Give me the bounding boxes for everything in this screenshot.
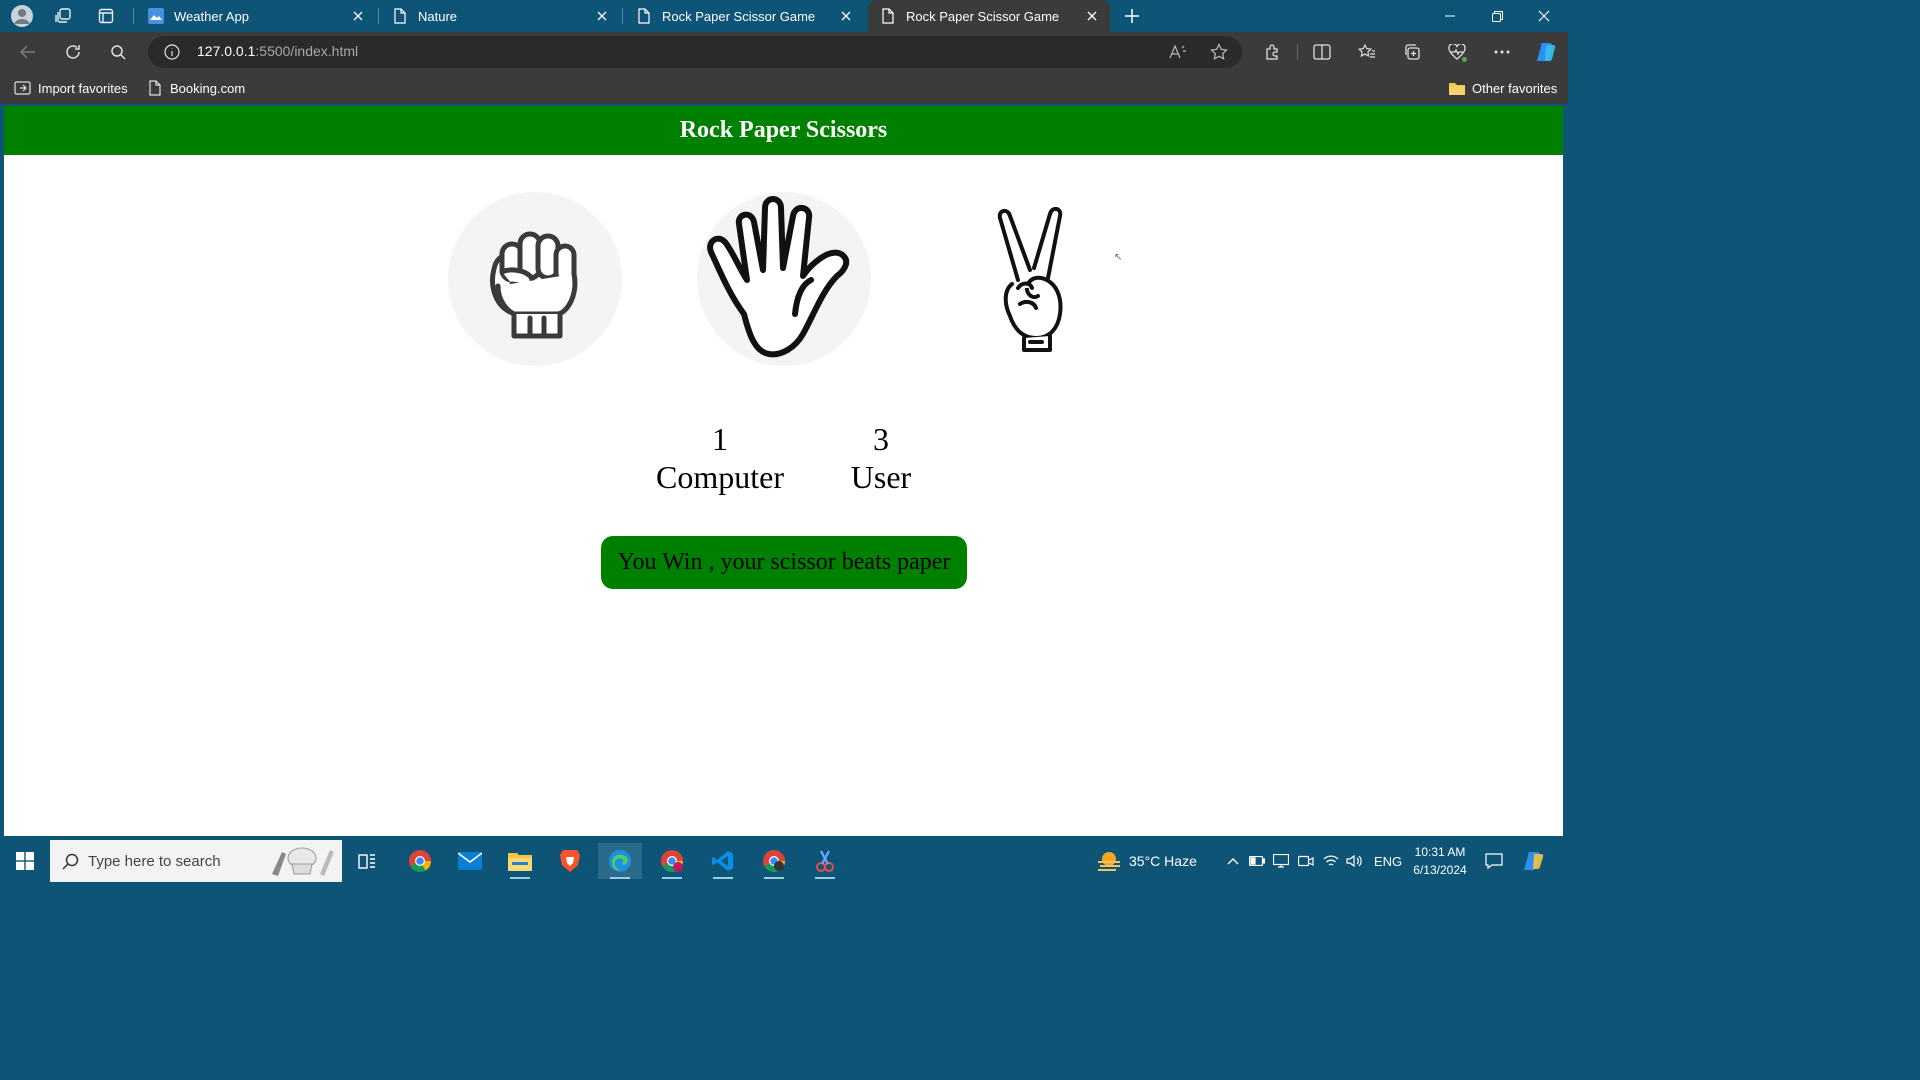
game-header: Rock Paper Scissors xyxy=(4,106,1563,155)
language-indicator[interactable]: ENG xyxy=(1374,854,1402,869)
page-icon xyxy=(636,8,652,24)
copilot-taskbar-icon[interactable] xyxy=(1522,850,1546,872)
chevron-up-icon[interactable] xyxy=(1225,853,1241,869)
user-score-block: 3 User xyxy=(837,421,925,497)
tab-actions-icon[interactable] xyxy=(94,4,118,28)
snipping-tool-icon[interactable] xyxy=(803,843,847,879)
search-placeholder: Type here to search xyxy=(88,852,221,870)
file-explorer-icon[interactable] xyxy=(498,843,542,879)
tab-title: Nature xyxy=(418,8,458,24)
close-icon[interactable] xyxy=(350,8,366,24)
import-favorites-label: Import favorites xyxy=(38,80,128,96)
close-icon[interactable] xyxy=(838,8,854,24)
rock-choice[interactable] xyxy=(448,192,622,366)
favorites-bar: Import favorites Booking.com Other favor… xyxy=(0,72,1568,104)
computer-score-block: 1 Computer xyxy=(649,421,791,497)
import-icon xyxy=(14,79,32,97)
clock-date: 6/13/2024 xyxy=(1413,863,1467,877)
import-favorites-link[interactable]: Import favorites xyxy=(14,78,128,98)
restore-icon[interactable] xyxy=(1474,0,1520,32)
page-icon xyxy=(146,79,164,97)
booking-link[interactable]: Booking.com xyxy=(146,78,245,98)
computer-score: 1 xyxy=(712,421,728,457)
display-icon[interactable] xyxy=(1273,853,1289,869)
tab-title: Weather App xyxy=(174,8,249,24)
taskbar-search-box[interactable]: Type here to search xyxy=(50,840,342,882)
tab-title: Rock Paper Scissor Game xyxy=(906,8,1060,24)
search-icon xyxy=(62,852,80,870)
close-icon[interactable] xyxy=(1084,8,1100,24)
system-clock[interactable]: 10:31 AM 6/13/2024 xyxy=(1404,843,1476,879)
refresh-icon[interactable] xyxy=(59,38,87,66)
notifications-icon[interactable] xyxy=(1485,852,1503,870)
url-text: 127.0.0.1:5500/index.html xyxy=(197,43,359,59)
task-view-icon[interactable] xyxy=(345,843,389,879)
battery-icon[interactable] xyxy=(1249,853,1265,869)
search-icon[interactable] xyxy=(104,38,132,66)
folder-icon xyxy=(1448,79,1466,97)
meet-now-icon[interactable] xyxy=(1298,853,1314,869)
wifi-icon[interactable] xyxy=(1323,853,1339,869)
weather-text[interactable]: 35°C Haze xyxy=(1129,853,1197,869)
other-favorites-label: Other favorites xyxy=(1472,80,1558,96)
page-icon xyxy=(392,8,408,24)
booking-label: Booking.com xyxy=(170,80,246,96)
mail-icon[interactable] xyxy=(448,843,492,879)
tab-weather-app[interactable]: Weather App xyxy=(136,0,376,32)
favorite-star-icon[interactable] xyxy=(1210,43,1228,66)
minimize-icon[interactable] xyxy=(1427,0,1473,32)
tab-title: Rock Paper Scissor Game xyxy=(662,8,816,24)
workspaces-icon[interactable] xyxy=(51,4,75,28)
browser-essentials-icon[interactable] xyxy=(1443,38,1471,66)
scissor-hand-icon xyxy=(997,207,1063,352)
profile-icon[interactable] xyxy=(10,4,34,28)
chrome-user-icon[interactable] xyxy=(752,843,796,879)
edge-browser-icon[interactable] xyxy=(598,843,642,879)
tab-rock-paper-scissor-active[interactable]: Rock Paper Scissor Game xyxy=(868,0,1110,32)
tab-strip: Weather App Nature Rock Paper Scissor Ga… xyxy=(0,0,1568,32)
read-aloud-icon[interactable] xyxy=(1169,44,1187,65)
close-window-icon[interactable] xyxy=(1521,0,1567,32)
favorites-icon[interactable] xyxy=(1353,38,1381,66)
paper-hand-icon xyxy=(707,196,850,358)
search-highlight-icon xyxy=(268,844,336,883)
other-favorites-folder[interactable]: Other favorites xyxy=(1448,78,1557,98)
page-icon xyxy=(880,8,896,24)
user-label: User xyxy=(850,459,912,495)
weather-haze-icon xyxy=(1096,850,1122,877)
tab-rock-paper-scissor-1[interactable]: Rock Paper Scissor Game xyxy=(624,0,864,32)
clock-time: 10:31 AM xyxy=(1414,845,1466,859)
chrome-icon[interactable] xyxy=(398,843,442,879)
brave-browser-icon[interactable] xyxy=(548,843,592,879)
collections-icon[interactable] xyxy=(1398,38,1426,66)
paper-choice[interactable] xyxy=(697,192,871,366)
rock-fist-icon xyxy=(490,231,578,339)
copilot-icon[interactable] xyxy=(1532,38,1560,66)
volume-icon[interactable] xyxy=(1346,853,1362,869)
user-score: 3 xyxy=(873,421,889,457)
computer-label: Computer xyxy=(656,459,784,495)
windows-taskbar: Type here to search 35°C Haze ENG 10:31 … xyxy=(0,840,1568,882)
page-content: Rock Paper Scissors ↖ 1 Computer 3 User … xyxy=(4,106,1563,836)
windows-logo-icon xyxy=(16,852,34,870)
more-options-icon[interactable] xyxy=(1488,38,1516,66)
browser-toolbar: 127.0.0.1:5500/index.html xyxy=(0,32,1568,72)
page-title: Rock Paper Scissors xyxy=(679,117,888,143)
tab-nature[interactable]: Nature xyxy=(380,0,620,32)
address-bar[interactable]: 127.0.0.1:5500/index.html xyxy=(148,36,1242,68)
split-screen-icon[interactable] xyxy=(1308,38,1336,66)
weather-favicon-icon xyxy=(148,8,164,24)
site-info-icon[interactable] xyxy=(164,44,180,65)
mouse-cursor: ↖ xyxy=(1114,252,1123,263)
new-tab-icon[interactable] xyxy=(1120,4,1144,28)
result-message: You Win , your scissor beats paper xyxy=(601,536,967,589)
vscode-icon[interactable] xyxy=(701,843,745,879)
back-icon[interactable] xyxy=(14,38,42,66)
close-icon[interactable] xyxy=(594,8,610,24)
windows-start-button[interactable] xyxy=(0,840,50,882)
scissor-choice[interactable] xyxy=(946,192,1120,366)
extensions-icon[interactable] xyxy=(1259,38,1287,66)
chrome-profile-icon[interactable] xyxy=(650,843,694,879)
